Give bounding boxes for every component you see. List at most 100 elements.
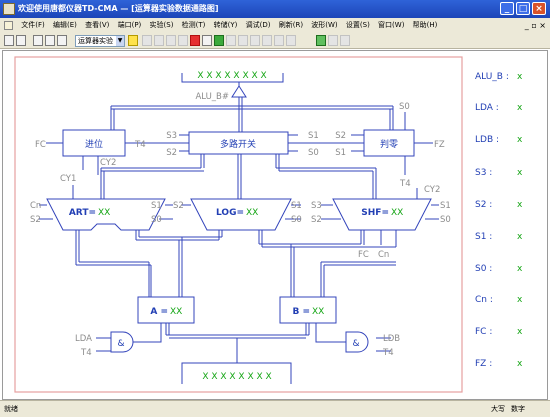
shf-s1-label: S1 — [440, 201, 451, 211]
mux-s2-label: S2 — [166, 148, 177, 158]
menu-experiment[interactable]: 实验(S) — [147, 18, 177, 33]
carry-fc-label: FC — [35, 140, 46, 150]
datapath-diagram: X X X X X X X X X X X X X X X X ALU_B# 多… — [14, 56, 523, 393]
lda-label: LDA — [75, 334, 92, 344]
art-s2-label: S2 — [30, 215, 41, 225]
run-icon[interactable] — [328, 35, 338, 46]
panel-fc-value: x — [517, 327, 523, 337]
panel-s0-value: x — [517, 264, 523, 274]
alu-b-buffer — [231, 85, 247, 98]
minimize-button[interactable]: _ — [500, 2, 514, 15]
rewind-icon[interactable] — [238, 35, 248, 46]
art-cn-label: Cn — [30, 201, 41, 211]
menu-view[interactable]: 查看(V) — [82, 18, 112, 33]
status-caps: 大写 — [491, 405, 505, 413]
maximize-button[interactable]: □ — [516, 2, 530, 15]
layout-icon[interactable] — [33, 35, 43, 46]
chip-icon[interactable] — [316, 35, 326, 46]
menu-edit[interactable]: 编辑(E) — [50, 18, 80, 33]
close-button[interactable]: × — [532, 2, 546, 15]
panel-s1-value: x — [517, 232, 523, 242]
window-icon[interactable] — [16, 35, 26, 46]
status-num: 数字 — [511, 405, 525, 413]
cancel-icon[interactable] — [340, 35, 350, 46]
ldb-label: LDB — [383, 334, 400, 344]
step-icon[interactable] — [178, 35, 188, 46]
menu-file[interactable]: 文件(F) — [18, 18, 48, 33]
menu-help[interactable]: 帮助(H) — [410, 18, 441, 33]
status-bar: 就绪 大写 数字 — [0, 400, 550, 417]
alu-b-label: ALU_B# — [195, 92, 229, 102]
and-a-t4-label: T4 — [80, 348, 92, 358]
mode-select[interactable]: 运算器实验 ▼ — [75, 35, 125, 47]
zero-detect-label: 判零 — [380, 138, 398, 150]
shf-fc-label: FC — [358, 250, 369, 260]
stop-icon[interactable] — [190, 35, 200, 46]
mux-s3-label: S3 — [166, 131, 177, 141]
last-icon[interactable] — [286, 35, 296, 46]
chevron-down-icon[interactable]: ▼ — [116, 36, 124, 46]
and-b-symbol: & — [352, 339, 359, 349]
menu-waveform[interactable]: 波形(W) — [308, 18, 340, 33]
menu-settings[interactable]: 设置(S) — [343, 18, 373, 33]
first-icon[interactable] — [226, 35, 236, 46]
panel-alu-b-label: ALU_B : — [475, 72, 509, 82]
menu-refresh[interactable]: 刷新(R) — [276, 18, 306, 33]
panel-s3-value: x — [517, 168, 523, 178]
panel-s2-value: x — [517, 200, 523, 210]
save-icon[interactable] — [214, 35, 224, 46]
zero-t4-label: T4 — [399, 179, 411, 189]
copy-icon[interactable] — [142, 35, 152, 46]
register-b-value: XX — [312, 307, 324, 317]
and-b-t4-label: T4 — [382, 348, 394, 358]
shf-s0-label: S0 — [440, 215, 451, 225]
client-area: X X X X X X X X X X X X X X X X ALU_B# 多… — [2, 50, 548, 400]
menu-bar: 文件(F) 编辑(E) 查看(V) 端口(P) 实验(S) 检测(T) 转储(Y… — [0, 18, 550, 33]
app-icon — [3, 3, 15, 15]
art-s0-label: S0 — [151, 215, 162, 225]
document-icon — [4, 20, 13, 30]
paste-icon[interactable] — [154, 35, 164, 46]
panel-fz-value: x — [517, 359, 523, 369]
mux-s0-label: S0 — [308, 148, 319, 158]
register-a-label: A = — [150, 307, 168, 317]
file-icon[interactable] — [202, 35, 212, 46]
log-s1-label: S1 — [291, 201, 302, 211]
panel-cn-label: Cn : — [475, 295, 493, 305]
play-icon[interactable] — [262, 35, 272, 46]
panel-cn-value: x — [517, 295, 523, 305]
grid-icon[interactable] — [57, 35, 67, 46]
panel-fc-label: FC : — [475, 327, 492, 337]
shf-cn-label: Cn — [378, 250, 389, 260]
back-icon[interactable] — [250, 35, 260, 46]
panel-ldb-value: x — [517, 135, 523, 145]
menu-test[interactable]: 检测(T) — [179, 18, 209, 33]
log-s0-label: S0 — [291, 215, 302, 225]
log-value: XX — [246, 208, 258, 218]
art-label: ART= — [69, 208, 96, 218]
forward-icon[interactable] — [274, 35, 284, 46]
and-a-symbol: & — [117, 339, 124, 349]
panel-s0-label: S0 : — [475, 264, 492, 274]
shf-s2-label: S2 — [311, 215, 322, 225]
bottom-bus-value: X X X X X X X X — [202, 372, 271, 382]
register-b-label: B = — [292, 307, 310, 317]
register-a-value: XX — [170, 307, 182, 317]
help-icon[interactable] — [128, 35, 138, 46]
carry-label: 进位 — [85, 138, 103, 150]
menu-dump[interactable]: 转储(Y) — [211, 18, 241, 33]
shf-value: XX — [391, 208, 403, 218]
menu-port[interactable]: 端口(P) — [115, 18, 145, 33]
signal-panel: ALU_B : x LDA : x LDB : x S3 : x S2 : x … — [475, 72, 523, 369]
mux-label: 多路开关 — [220, 138, 256, 150]
menu-window[interactable]: 窗口(W) — [375, 18, 407, 33]
open-icon[interactable] — [4, 35, 14, 46]
top-bus-value: X X X X X X X X — [197, 71, 266, 81]
menu-debug[interactable]: 调试(D) — [243, 18, 274, 33]
chart-icon[interactable] — [45, 35, 55, 46]
print-icon[interactable] — [166, 35, 176, 46]
shf-label: SHF= — [361, 208, 389, 218]
panel-lda-label: LDA : — [475, 103, 499, 113]
mdi-controls[interactable]: _ ▫ × — [525, 18, 546, 33]
panel-lda-value: x — [517, 103, 523, 113]
